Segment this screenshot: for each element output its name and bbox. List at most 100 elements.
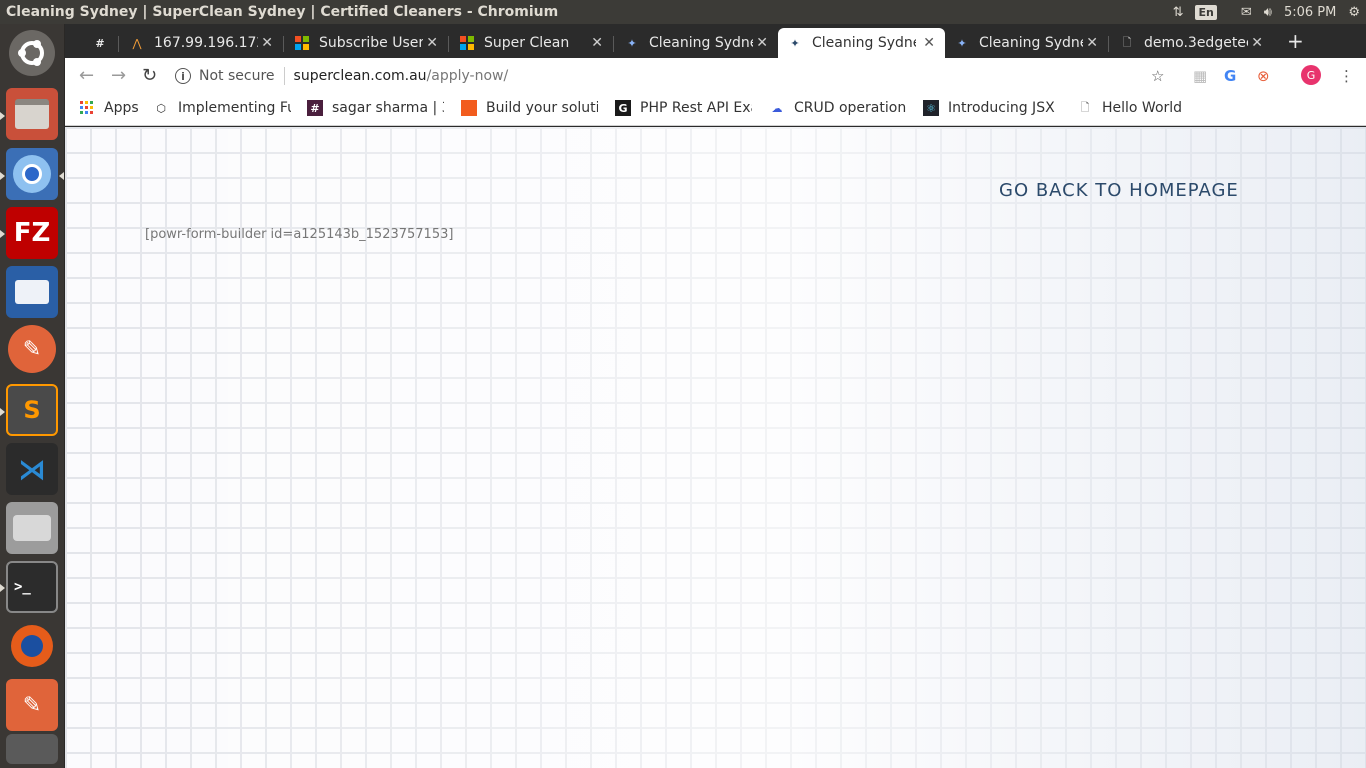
- firefox-icon[interactable]: [6, 620, 58, 672]
- vscode-icon[interactable]: ⋊: [6, 443, 58, 495]
- bookmark-label: Build your soluti: [486, 100, 598, 116]
- react-icon: ⚛: [923, 100, 939, 116]
- forward-button[interactable]: →: [111, 65, 126, 86]
- tab-5-active[interactable]: ✦ Cleaning Sydney ✕: [778, 28, 945, 58]
- avatar[interactable]: G: [1301, 65, 1321, 85]
- tab-3[interactable]: Super Clean ✕: [450, 28, 613, 58]
- volume-icon[interactable]: 🔊︎: [1264, 5, 1272, 20]
- page-icon: 🗋︎: [1080, 100, 1090, 114]
- running-indicator: [0, 230, 5, 238]
- tab-label: Cleaning Sydney: [649, 35, 753, 51]
- bookmark-label: CRUD operation: [794, 100, 906, 116]
- running-indicator: [0, 408, 5, 416]
- tab-strip: # ⋀ 167.99.196.172 ✕ Subscribe User ✕ Su…: [65, 24, 1366, 58]
- thunderbird-icon[interactable]: [6, 266, 58, 318]
- page-icon: 🗋︎: [1122, 35, 1132, 49]
- system-top-panel: Cleaning Sydney | SuperClean Sydney | Ce…: [0, 0, 1366, 24]
- close-icon[interactable]: ✕: [756, 35, 768, 51]
- reload-button[interactable]: ↻: [142, 65, 157, 86]
- g-icon: G: [615, 100, 631, 116]
- tab-4[interactable]: ✦ Cleaning Sydney ✕: [615, 28, 778, 58]
- bookmark-crud-operation[interactable]: ☁ CRUD operation: [769, 100, 907, 116]
- close-icon[interactable]: ✕: [261, 35, 273, 51]
- tab-2[interactable]: Subscribe User ✕: [285, 28, 448, 58]
- go-back-homepage-link[interactable]: GO BACK TO HOMEPAGE: [999, 180, 1239, 201]
- bookmark-build-solution[interactable]: Build your soluti: [461, 100, 598, 116]
- running-indicator: [0, 112, 5, 120]
- menu-icon[interactable]: ⋮: [1339, 67, 1354, 85]
- tab-label: Super Clean: [484, 35, 570, 51]
- bookmark-hello-world[interactable]: 🗋︎ Hello World: [1077, 100, 1183, 116]
- unity-launcher: FZ ✎ S ⋊ >_ ✎: [0, 24, 65, 768]
- tab-label: Cleaning Sydney: [979, 35, 1083, 51]
- bookmark-label: Implementing Fu: [178, 100, 291, 116]
- tab-1[interactable]: ⋀ 167.99.196.172 ✕: [120, 28, 283, 58]
- running-indicator: [0, 584, 5, 592]
- bookmark-introducing-jsx[interactable]: ⚛ Introducing JSX: [923, 100, 1060, 116]
- browser-toolbar: ← → ↻ i Not secure superclean.com.au/app…: [65, 58, 1366, 94]
- tab-label: demo.3edgetech: [1144, 35, 1248, 51]
- tab-label: Subscribe User: [319, 35, 423, 51]
- tab-0[interactable]: #: [83, 28, 123, 58]
- hash-icon: #: [95, 36, 105, 50]
- blocker-icon[interactable]: ⊗: [1257, 67, 1270, 85]
- url-host: superclean.com.au: [293, 68, 427, 84]
- cloud-icon: ☁: [771, 101, 783, 115]
- apps-grid-icon: [79, 100, 95, 116]
- sublime-text-icon[interactable]: S: [6, 384, 58, 436]
- postman-alt-icon[interactable]: ✎: [6, 679, 58, 731]
- address-bar[interactable]: i Not secure superclean.com.au/apply-now…: [175, 61, 1135, 91]
- bookmark-apps[interactable]: Apps: [79, 100, 139, 116]
- bookmark-sagar-sharma[interactable]: # sagar sharma | 3: [307, 100, 444, 116]
- keyboard-layout-indicator[interactable]: En: [1195, 4, 1228, 20]
- tab-label: 167.99.196.172: [154, 35, 258, 51]
- chromium-window: # ⋀ 167.99.196.172 ✕ Subscribe User ✕ Su…: [65, 24, 1366, 768]
- chromium-icon[interactable]: [6, 148, 58, 200]
- bookmark-php-rest-api[interactable]: G PHP Rest API Exa: [615, 100, 752, 116]
- bookmark-label: Apps: [104, 100, 139, 116]
- files-icon[interactable]: [6, 88, 58, 140]
- info-icon[interactable]: i: [175, 68, 191, 84]
- bookmark-star-icon[interactable]: ☆: [1151, 67, 1164, 85]
- codepen-icon: ⬡: [156, 101, 166, 115]
- divider: [283, 67, 285, 85]
- clock[interactable]: 5:06 PM: [1284, 5, 1336, 20]
- cleaner-icon: ✦: [957, 36, 967, 50]
- tab-7[interactable]: 🗋︎ demo.3edgetech ✕: [1110, 28, 1273, 58]
- close-icon[interactable]: ✕: [426, 35, 438, 51]
- close-icon[interactable]: ✕: [923, 35, 935, 51]
- mail-icon[interactable]: ✉: [1241, 5, 1252, 20]
- close-icon[interactable]: ✕: [1086, 35, 1098, 51]
- orange-icon: [461, 100, 477, 116]
- security-label: Not secure: [199, 68, 275, 84]
- gear-icon[interactable]: ⚙: [1348, 5, 1360, 20]
- keyboard-layout-label: En: [1195, 4, 1217, 20]
- extension-icon[interactable]: ▦: [1193, 67, 1207, 85]
- tab-6[interactable]: ✦ Cleaning Sydney ✕: [945, 28, 1108, 58]
- bookmark-implementing[interactable]: ⬡ Implementing Fu: [153, 100, 291, 116]
- bookmarks-bar: Apps ⬡ Implementing Fu # sagar sharma | …: [65, 94, 1366, 126]
- system-tray: ⇅ En ✉ 🔊︎ 5:06 PM ⚙: [1173, 0, 1366, 24]
- terminal-icon[interactable]: >_: [6, 561, 58, 613]
- url-path: /apply-now/: [426, 68, 509, 84]
- cleaner-icon: ✦: [627, 36, 637, 50]
- translate-icon[interactable]: G: [1224, 67, 1236, 85]
- bookmark-label: PHP Rest API Exa: [640, 100, 752, 116]
- trash-icon[interactable]: [6, 734, 58, 764]
- close-icon[interactable]: ✕: [1251, 35, 1263, 51]
- disk-icon[interactable]: [6, 502, 58, 554]
- back-button[interactable]: ←: [79, 65, 94, 86]
- postman-icon[interactable]: ✎: [8, 325, 56, 373]
- new-tab-button[interactable]: +: [1287, 29, 1304, 53]
- ubuntu-dash-icon[interactable]: [9, 30, 55, 76]
- page-content: GO BACK TO HOMEPAGE [powr-form-builder i…: [65, 127, 1366, 768]
- filezilla-icon[interactable]: FZ: [6, 207, 58, 259]
- bookmark-label: Introducing JSX: [948, 100, 1055, 116]
- close-icon[interactable]: ✕: [591, 35, 603, 51]
- bookmark-label: Hello World: [1102, 100, 1183, 116]
- network-icon[interactable]: ⇅: [1173, 5, 1184, 20]
- bookmark-label: sagar sharma | 3: [332, 100, 444, 116]
- focused-indicator: [59, 172, 64, 180]
- grid-icon: [460, 36, 474, 50]
- server-icon: ⋀: [132, 36, 142, 50]
